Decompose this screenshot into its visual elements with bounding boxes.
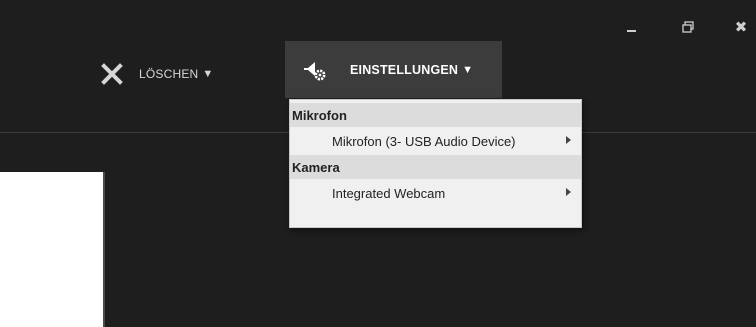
- menu-item-microphone-device[interactable]: Mikrofon (3- USB Audio Device): [290, 127, 581, 155]
- restore-button[interactable]: [675, 14, 701, 40]
- chevron-down-icon: ▼: [462, 63, 474, 76]
- device-settings-icon: [304, 61, 326, 80]
- close-icon: ✖: [734, 18, 748, 36]
- close-window-button[interactable]: ✖: [728, 14, 754, 40]
- chevron-right-icon: [566, 188, 571, 196]
- restore-icon: [682, 21, 694, 33]
- settings-dropdown-menu: Mikrofon Mikrofon (3- USB Audio Device) …: [289, 99, 582, 228]
- chevron-down-icon: ▼: [202, 68, 214, 80]
- minimize-icon: [626, 30, 636, 32]
- clear-label: LÖSCHEN: [139, 67, 199, 81]
- settings-label: EINSTELLUNGEN: [350, 62, 459, 77]
- clear-x-icon: [101, 63, 123, 85]
- menu-item-label: Integrated Webcam: [332, 185, 446, 201]
- preview-pane-edge: [103, 172, 105, 327]
- preview-pane: [0, 172, 103, 327]
- minimize-button[interactable]: [618, 14, 644, 40]
- clear-button[interactable]: LÖSCHEN ▼: [100, 52, 213, 96]
- menu-header-microphone: Mikrofon: [290, 103, 581, 127]
- settings-button[interactable]: EINSTELLUNGEN ▼: [285, 41, 502, 98]
- chevron-right-icon: [566, 136, 571, 144]
- menu-item-label: Mikrofon (3- USB Audio Device): [332, 133, 516, 149]
- menu-item-camera-device[interactable]: Integrated Webcam: [290, 179, 581, 207]
- menu-header-camera: Kamera: [290, 155, 581, 179]
